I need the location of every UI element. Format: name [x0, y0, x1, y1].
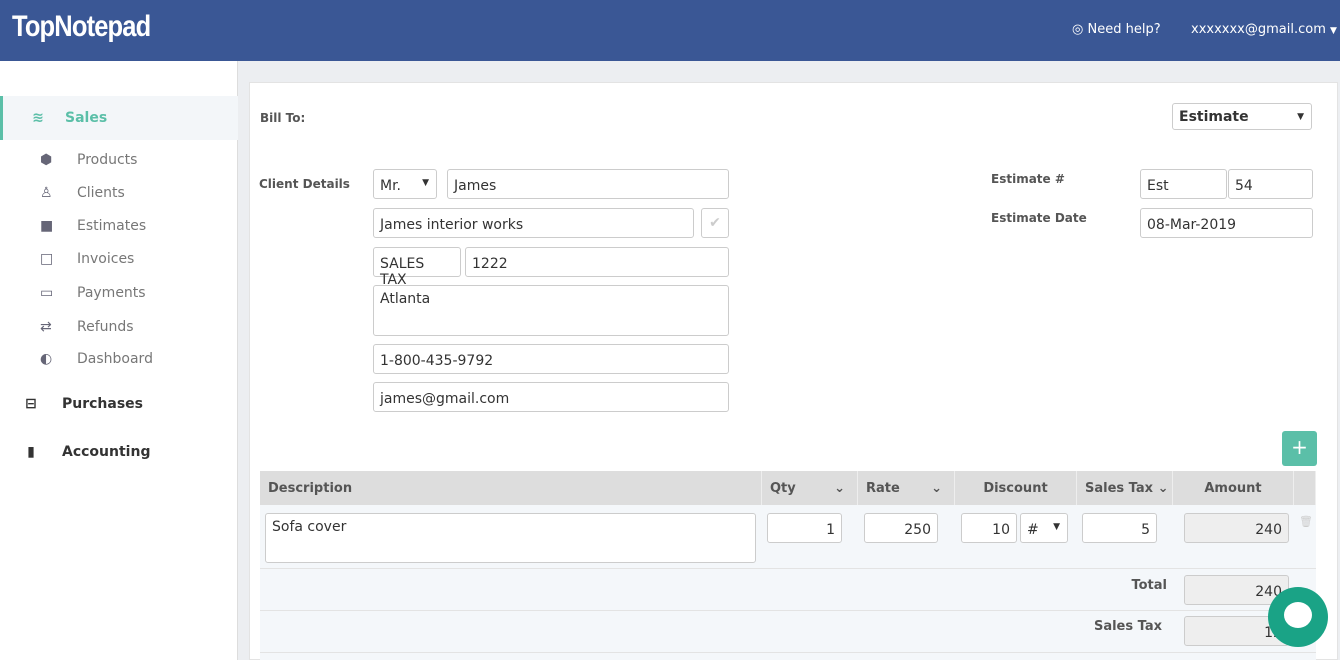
sales-label: Sales — [65, 110, 108, 126]
header-actions — [1294, 471, 1316, 505]
sidebar: ≋ Sales ⬢ Products ♙ Clients ■ Estimates □ In… — [0, 61, 238, 660]
address-textarea[interactable]: Atlanta — [373, 285, 729, 336]
client-details-label: Client Details — [259, 177, 350, 191]
estimate-prefix-input[interactable]: Est — [1140, 169, 1227, 199]
bar-chart-icon: ▮ — [27, 444, 35, 460]
sales-tax-total-label: Sales Tax — [1093, 619, 1162, 634]
help-link[interactable]: ◎ Need help? — [1072, 22, 1161, 37]
users-icon: ♙ — [40, 185, 53, 201]
sidebar-item-refunds[interactable]: ⇄ Refunds — [40, 319, 134, 335]
sidebar-item-products[interactable]: ⬢ Products — [40, 152, 137, 168]
rate-input[interactable]: 250 — [864, 513, 938, 543]
label: Purchases — [62, 396, 144, 412]
company-input[interactable]: James interior works — [373, 208, 694, 238]
amount-field: 240 — [1184, 513, 1289, 543]
label: Sales Tax — [1085, 481, 1154, 496]
label: Clients — [77, 185, 125, 201]
label: Payments — [77, 285, 146, 301]
minus-square-icon: ⊟ — [25, 396, 37, 412]
chevron-down-icon: ⌄ — [1157, 481, 1169, 496]
header-amount: Amount — [1173, 471, 1294, 505]
cubes-icon: ⬢ — [40, 152, 53, 168]
top-bar: TopNotepad ◎ Need help? xxxxxxx@gmail.co… — [0, 0, 1340, 61]
phone-input[interactable]: 1-800-435-9792 — [373, 344, 729, 374]
bill-to-label: Bill To: — [260, 111, 306, 125]
add-line-button[interactable]: + — [1282, 431, 1317, 466]
layers-icon: ≋ — [32, 110, 44, 126]
file-icon: ■ — [40, 218, 54, 234]
salutation-select[interactable]: Mr. — [373, 169, 437, 199]
label: Refunds — [77, 319, 134, 335]
next-row — [260, 653, 1316, 660]
qty-input[interactable]: 1 — [767, 513, 842, 543]
tax-number-input[interactable]: 1222 — [465, 247, 729, 277]
dashboard-icon: ◐ — [40, 351, 53, 367]
check-button[interactable]: ✔ — [701, 208, 729, 238]
total-label: Total — [1131, 578, 1167, 593]
estimate-number-label: Estimate # — [991, 172, 1065, 186]
credit-card-icon: ▭ — [40, 285, 54, 301]
discount-type-select[interactable]: # — [1020, 513, 1068, 543]
label: Qty — [770, 481, 796, 496]
estimate-date-label: Estimate Date — [991, 211, 1087, 225]
email-input[interactable]: james@gmail.com — [373, 382, 729, 412]
label: Invoices — [77, 251, 135, 267]
description-textarea[interactable]: Sofa cover — [265, 513, 756, 563]
first-name-input[interactable]: James — [447, 169, 729, 199]
sidebar-item-dashboard[interactable]: ◐ Dashboard — [40, 351, 153, 367]
sidebar-item-accounting[interactable]: ▮ Accounting — [0, 430, 238, 474]
header-rate[interactable]: Rate ⌄ — [858, 471, 955, 505]
label: Accounting — [62, 444, 151, 460]
sidebar-item-estimates[interactable]: ■ Estimates — [40, 218, 146, 234]
label: Products — [77, 152, 138, 168]
user-menu[interactable]: xxxxxxx@gmail.com ▼ — [1191, 22, 1337, 37]
sidebar-item-clients[interactable]: ♙ Clients — [40, 185, 125, 201]
caret-down-icon: ▼ — [1330, 26, 1337, 36]
logo[interactable]: TopNotepad — [12, 10, 151, 44]
chevron-down-icon: ⌄ — [834, 481, 845, 496]
estimate-number-input[interactable]: 54 — [1228, 169, 1313, 199]
trash-icon[interactable]: 🗑 — [1299, 515, 1313, 528]
header-qty[interactable]: Qty ⌄ — [762, 471, 858, 505]
header-description: Description — [260, 471, 762, 505]
exchange-icon: ⇄ — [40, 319, 52, 335]
label: Dashboard — [77, 351, 153, 367]
doc-type-select[interactable]: Estimate — [1172, 103, 1312, 130]
sidebar-item-purchases[interactable]: ⊟ Purchases — [0, 382, 238, 426]
sidebar-item-payments[interactable]: ▭ Payments — [40, 285, 146, 301]
user-email: xxxxxxx@gmail.com — [1191, 22, 1326, 37]
help-label: Need help? — [1087, 22, 1161, 37]
chevron-down-icon: ⌄ — [931, 481, 942, 496]
sidebar-item-sales[interactable]: ≋ Sales — [0, 96, 238, 140]
chat-button[interactable] — [1268, 587, 1328, 647]
estimate-date-input[interactable]: 08-Mar-2019 — [1140, 208, 1313, 238]
sidebar-item-invoices[interactable]: □ Invoices — [40, 251, 134, 267]
lifebuoy-icon: ◎ — [1072, 22, 1088, 37]
tax-label-input[interactable]: SALES TAX — [373, 247, 461, 288]
label: Rate — [866, 481, 900, 496]
label: Estimates — [77, 218, 147, 234]
header-sales-tax[interactable]: Sales Tax ⌄ — [1077, 471, 1173, 505]
discount-input[interactable]: 10 — [961, 513, 1017, 543]
file-outline-icon: □ — [40, 251, 54, 267]
sales-tax-input[interactable]: 5 — [1082, 513, 1157, 543]
header-discount: Discount — [955, 471, 1077, 505]
